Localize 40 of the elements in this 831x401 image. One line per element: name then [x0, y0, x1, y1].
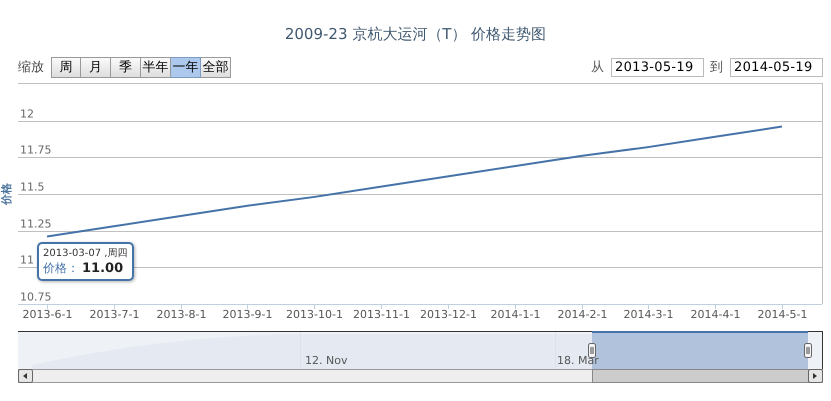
scroll-right-button[interactable]	[808, 369, 823, 383]
y-axis-label: 11	[20, 254, 34, 266]
x-axis-label: 2014-2-1	[558, 308, 608, 321]
zoom-button[interactable]: 全部	[201, 56, 231, 78]
x-axis-label: 2014-5-1	[758, 308, 808, 321]
to-label: 到	[710, 59, 723, 76]
zoom-button[interactable]: 周	[51, 56, 81, 78]
x-axis-label: 2013-8-1	[156, 308, 206, 321]
navigator-handle[interactable]	[588, 343, 596, 358]
x-axis-label: 2014-1-1	[490, 308, 540, 321]
x-axis-label: 2014-3-1	[624, 308, 674, 321]
from-label: 从	[591, 59, 604, 76]
zoom-button[interactable]: 季	[111, 56, 141, 78]
zoom-button[interactable]: 月	[81, 56, 111, 78]
to-date-field[interactable]: 2014-05-19	[730, 58, 823, 76]
chart-title: 2009-23 京杭大运河（T） 价格走势图	[284, 25, 546, 43]
y-axis-label: 10.75	[20, 290, 52, 304]
zoom-label: 缩放	[18, 59, 44, 76]
x-axis-label: 2014-4-1	[690, 308, 740, 321]
zoom-button[interactable]: 一年	[171, 56, 201, 78]
tooltip-date: 2013-03-07 ,周四	[43, 247, 128, 260]
navigator-handle[interactable]	[804, 343, 812, 358]
scroll-left-button[interactable]	[18, 369, 33, 383]
from-date-field[interactable]: 2013-05-19	[611, 58, 704, 76]
y-axis-label: 12	[20, 108, 34, 120]
x-axis-label: 2013-6-1	[22, 308, 72, 321]
x-axis-label: 2013-9-1	[222, 308, 272, 321]
navigator-label: 18. Mar	[557, 354, 599, 367]
y-axis-label: 11.75	[20, 144, 52, 156]
x-axis-label: 2013-7-1	[90, 308, 140, 321]
x-axis-label: 2013-10-1	[286, 308, 343, 321]
x-axis-label: 2013-12-1	[420, 308, 477, 321]
zoom-button[interactable]: 半年	[141, 56, 171, 78]
scrollbar-thumb[interactable]	[592, 369, 809, 383]
x-axis-label: 2013-11-1	[353, 308, 410, 321]
navigator-label: 12. Nov	[305, 354, 348, 367]
tooltip-price: 价格： 11.00	[43, 260, 124, 277]
y-axis-label: 11.5	[20, 180, 44, 194]
y-axis-label: 11.25	[20, 218, 52, 230]
y-axis-title: 价格	[0, 183, 13, 205]
